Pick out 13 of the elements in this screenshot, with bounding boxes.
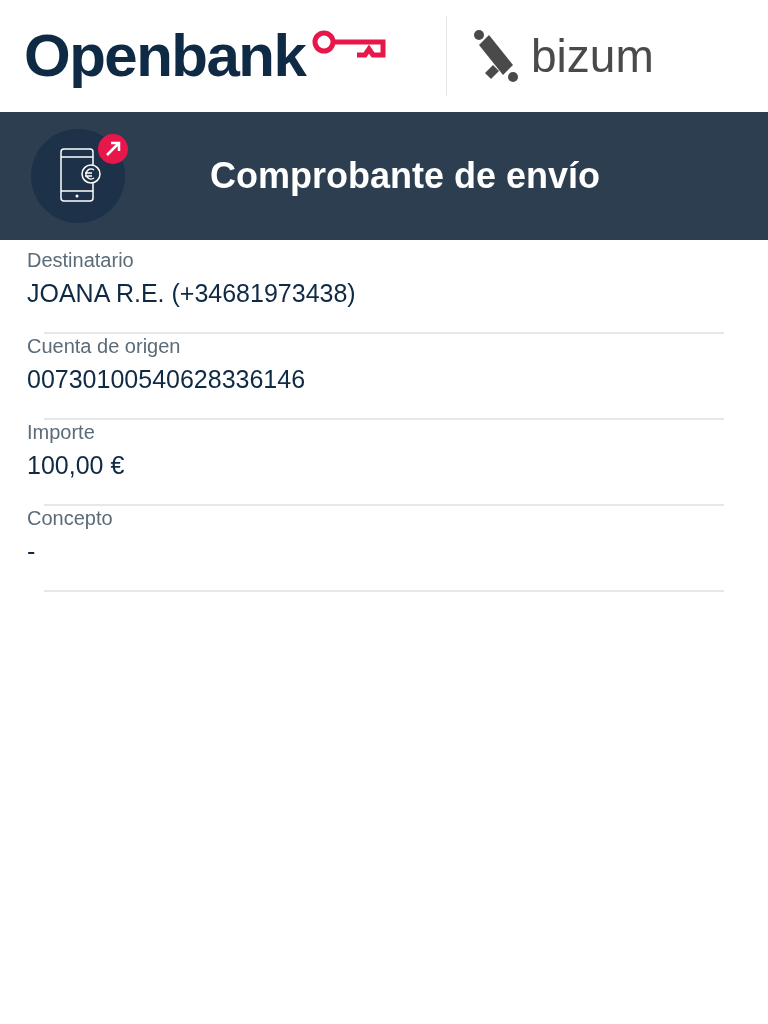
- field-value: 00730100540628336146: [27, 364, 307, 394]
- phone-euro-icon: [31, 129, 131, 223]
- field-label: Concepto: [27, 506, 114, 530]
- brand-logo-text: Openbank: [24, 26, 306, 86]
- field-value: 100,00 €: [27, 450, 126, 480]
- banner-title: Comprobante de envío: [210, 154, 601, 198]
- bizum-mark-icon: [473, 29, 519, 83]
- field-label: Importe: [27, 420, 96, 444]
- field-label: Cuenta de origen: [27, 334, 182, 358]
- field-label: Destinatario: [27, 248, 135, 272]
- partner-logo-text: bizum: [531, 33, 654, 79]
- field-value: JOANA R.E. (+34681973438): [27, 278, 357, 308]
- field-value: -: [27, 536, 37, 566]
